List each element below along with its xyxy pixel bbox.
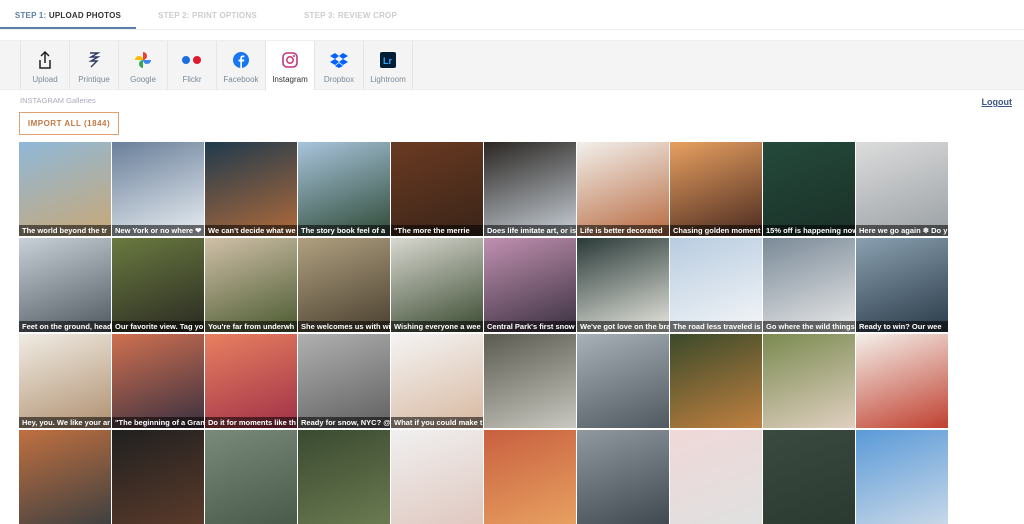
google-photos-icon: [134, 51, 152, 69]
photo-tile[interactable]: Ready for snow, NYC? @: [298, 334, 390, 428]
photo-caption: Go where the wild things: [763, 321, 855, 332]
source-tab-flickr[interactable]: Flickr: [167, 41, 216, 90]
photo-tile[interactable]: Central Park's first snow: [484, 238, 576, 332]
photo-caption: "The beginning of a Gran: [112, 417, 204, 428]
photo-tile[interactable]: Wishing everyone a wee: [391, 238, 483, 332]
photo-caption: Central Park's first snow: [484, 321, 576, 332]
photo-tile[interactable]: The road less traveled is: [670, 238, 762, 332]
photo-grid: The world beyond the tr New York or no wh…: [19, 142, 948, 524]
photo-tile[interactable]: Do it for moments like th: [205, 334, 297, 428]
photo-tile[interactable]: Life is better decorated: [577, 142, 669, 236]
facebook-icon: [233, 51, 249, 69]
photo-caption: Hey, you. We like your ar: [19, 417, 111, 428]
upload-icon: [38, 51, 52, 69]
photo-caption: Does life imitate art, or is: [484, 225, 576, 236]
photo-caption: Here we go again ❄ Do y: [856, 225, 948, 236]
photo-caption: Life is better decorated: [577, 225, 669, 236]
photo-tile[interactable]: What if you could make t: [391, 334, 483, 428]
photo-caption: Ready for snow, NYC? @: [298, 417, 390, 428]
photo-tile[interactable]: Our favorite view. Tag yo: [112, 238, 204, 332]
step-print-options[interactable]: STEP 2: PRINT OPTIONS: [136, 0, 279, 29]
photo-tile[interactable]: [205, 430, 297, 524]
source-tab-dropbox[interactable]: Dropbox: [314, 41, 363, 90]
source-tab-instagram[interactable]: Instagram: [265, 41, 314, 91]
photo-tile[interactable]: [763, 334, 855, 428]
gallery-label: INSTAGRAM Galleries: [20, 96, 96, 105]
photo-tile[interactable]: You're far from underwh: [205, 238, 297, 332]
photo-tile[interactable]: [670, 430, 762, 524]
photo-caption: The world beyond the tr: [19, 225, 111, 236]
dropbox-icon: [330, 51, 348, 69]
step-review-crop[interactable]: STEP 3: REVIEW CROP: [279, 0, 422, 29]
photo-tile[interactable]: [484, 430, 576, 524]
photo-caption: You're far from underwh: [205, 321, 297, 332]
source-tab-lightroom[interactable]: Lr Lightroom: [363, 41, 412, 90]
photo-caption: Do it for moments like th: [205, 417, 297, 428]
source-tab-printique[interactable]: Printique: [69, 41, 118, 90]
photo-tile[interactable]: [763, 430, 855, 524]
photo-tile[interactable]: She welcomes us with wi: [298, 238, 390, 332]
photo-caption: The story book feel of a: [298, 225, 390, 236]
photo-caption: The road less traveled is: [670, 321, 762, 332]
photo-caption: Ready to win? Our wee: [856, 321, 948, 332]
source-tab-facebook[interactable]: Facebook: [216, 41, 265, 90]
photo-tile[interactable]: The story book feel of a: [298, 142, 390, 236]
photo-tile[interactable]: [112, 430, 204, 524]
photo-caption: 15% off is happening now: [763, 225, 855, 236]
photo-tile[interactable]: Feet on the ground, head: [19, 238, 111, 332]
flickr-icon: [181, 51, 203, 69]
divider: [412, 41, 413, 90]
step-tabs: STEP 1: UPLOAD PHOTOS STEP 2: PRINT OPTI…: [0, 0, 1024, 30]
lightroom-icon: Lr: [380, 51, 396, 69]
photo-tile[interactable]: Hey, you. We like your ar: [19, 334, 111, 428]
photo-caption: Feet on the ground, head: [19, 321, 111, 332]
photo-tile[interactable]: 15% off is happening now: [763, 142, 855, 236]
photo-tile[interactable]: [577, 334, 669, 428]
photo-caption: New York or no where ❤: [112, 225, 204, 236]
photo-tile[interactable]: [298, 430, 390, 524]
photo-tile[interactable]: [391, 430, 483, 524]
photo-tile[interactable]: The world beyond the tr: [19, 142, 111, 236]
photo-tile[interactable]: We've got love on the bra: [577, 238, 669, 332]
photo-caption: Chasing golden moment: [670, 225, 762, 236]
photo-tile[interactable]: [484, 334, 576, 428]
photo-caption: She welcomes us with wi: [298, 321, 390, 332]
svg-text:Lr: Lr: [383, 56, 392, 66]
step-upload-photos[interactable]: STEP 1: UPLOAD PHOTOS: [0, 0, 136, 29]
photo-caption: Wishing everyone a wee: [391, 321, 483, 332]
photo-caption: We can't decide what we: [205, 225, 297, 236]
photo-tile[interactable]: [856, 430, 948, 524]
source-tabs: Upload Printique Google Flickr Facebook …: [0, 40, 1024, 91]
photo-tile[interactable]: [577, 430, 669, 524]
printique-icon: [87, 51, 101, 69]
import-all-button[interactable]: IMPORT ALL (1844): [19, 112, 119, 135]
photo-caption: "The more the merrie: [391, 225, 483, 236]
photo-tile[interactable]: [856, 334, 948, 428]
source-tab-upload[interactable]: Upload: [20, 41, 69, 90]
photo-tile[interactable]: [19, 430, 111, 524]
instagram-icon: [282, 51, 298, 69]
source-tab-google[interactable]: Google: [118, 41, 167, 90]
photo-tile[interactable]: Here we go again ❄ Do y: [856, 142, 948, 236]
photo-caption: We've got love on the bra: [577, 321, 669, 332]
photo-tile[interactable]: Chasing golden moment: [670, 142, 762, 236]
photo-caption: Our favorite view. Tag yo: [112, 321, 204, 332]
photo-tile[interactable]: Ready to win? Our wee: [856, 238, 948, 332]
photo-tile[interactable]: "The beginning of a Gran: [112, 334, 204, 428]
logout-link[interactable]: Logout: [982, 97, 1013, 107]
photo-tile[interactable]: New York or no where ❤: [112, 142, 204, 236]
photo-tile[interactable]: Does life imitate art, or is: [484, 142, 576, 236]
photo-tile[interactable]: We can't decide what we: [205, 142, 297, 236]
photo-caption: What if you could make t: [391, 417, 483, 428]
photo-tile[interactable]: "The more the merrie: [391, 142, 483, 236]
photo-tile[interactable]: Go where the wild things: [763, 238, 855, 332]
photo-tile[interactable]: [670, 334, 762, 428]
